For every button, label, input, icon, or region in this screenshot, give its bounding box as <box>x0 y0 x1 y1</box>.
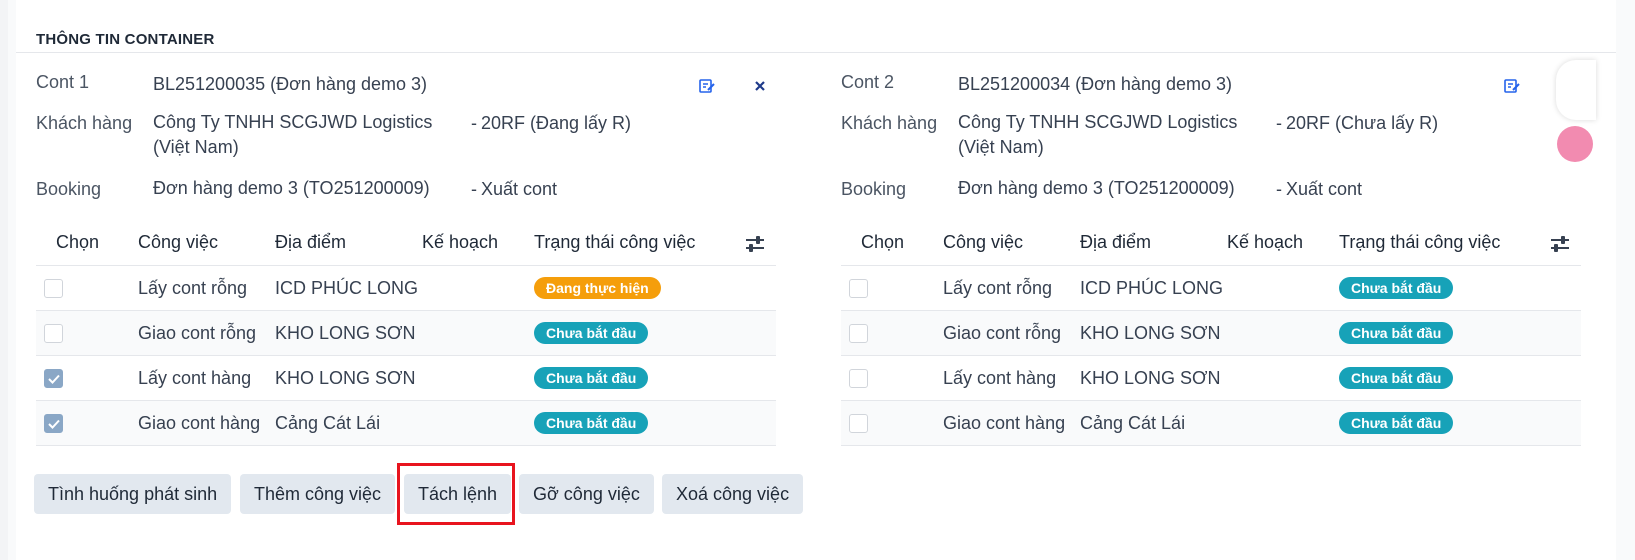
location-cell: KHO LONG SƠN <box>1080 368 1221 388</box>
table-row: Lấy cont rỗng ICD PHÚC LONG Đang thực hiện <box>36 266 776 311</box>
status-badge: Chưa bắt đầu <box>1339 322 1454 344</box>
job-cell: Lấy cont hàng <box>943 368 1057 388</box>
side-panel-toggle[interactable] <box>1556 60 1596 120</box>
delete-job-button[interactable]: Xoá công việc <box>662 474 804 514</box>
job-cell: Lấy cont rỗng <box>943 278 1053 298</box>
location-cell: Cảng Cát Lái <box>275 413 381 433</box>
header-job[interactable]: Công việc <box>943 232 1023 253</box>
booking-type-text: Xuất cont <box>481 179 558 199</box>
row-checkbox[interactable] <box>849 279 868 298</box>
container-label: Cont 2 <box>841 72 895 92</box>
customer-label: Khách hàng <box>841 113 938 133</box>
bl-number: BL251200034 (Đơn hàng demo 3) <box>958 74 1232 94</box>
container-label: Cont 1 <box>36 72 90 92</box>
status-badge: Chưa bắt đầu <box>1339 412 1454 434</box>
location-cell: KHO LONG SƠN <box>1080 323 1221 343</box>
bl-number: BL251200035 (Đơn hàng demo 3) <box>153 74 427 94</box>
sliders-icon[interactable] <box>744 234 766 254</box>
section-divider <box>16 52 1616 53</box>
booking-type-text: Xuất cont <box>1286 179 1363 199</box>
job-cell: Lấy cont rỗng <box>138 278 248 298</box>
customer-name: Công Ty TNHH SCGJWD Logistics (Việt Nam) <box>153 112 433 157</box>
table-row: Lấy cont hàng KHO LONG SƠN Chưa bắt đầu <box>841 356 1581 401</box>
container-type: -20RF (Đang lấy R) <box>471 113 632 133</box>
booking-name: Đơn hàng demo 3 (TO251200009) <box>153 178 430 198</box>
row-checkbox[interactable] <box>849 369 868 388</box>
sliders-icon[interactable] <box>1549 234 1571 254</box>
header-status[interactable]: Trạng thái công việc <box>1339 232 1500 253</box>
add-job-button[interactable]: Thêm công việc <box>240 474 396 514</box>
container-card-1: Cont 1 BL251200035 (Đơn hàng demo 3) Khá… <box>36 60 796 480</box>
container-type-text: 20RF (Đang lấy R) <box>481 113 632 133</box>
location-cell: ICD PHÚC LONG <box>1080 278 1224 298</box>
jobs-table: Chọn Công việc Địa điểm Kế hoạch Trạng t… <box>841 222 1581 446</box>
check-icon <box>48 419 60 429</box>
split-order-button[interactable]: Tách lệnh <box>404 474 512 514</box>
incident-button[interactable]: Tình huống phát sinh <box>34 474 232 514</box>
job-cell: Lấy cont hàng <box>138 368 252 388</box>
customer-name: Công Ty TNHH SCGJWD Logistics (Việt Nam) <box>958 112 1238 157</box>
location-cell: KHO LONG SƠN <box>275 323 416 343</box>
booking-label: Booking <box>36 179 102 199</box>
status-badge: Chưa bắt đầu <box>1339 367 1454 389</box>
container-type-text: 20RF (Chưa lấy R) <box>1286 113 1439 133</box>
header-job[interactable]: Công việc <box>138 232 218 253</box>
header-select: Chọn <box>861 232 905 252</box>
job-cell: Giao cont rỗng <box>943 323 1062 343</box>
avatar[interactable] <box>1557 126 1593 162</box>
table-header: Chọn Công việc Địa điểm Kế hoạch Trạng t… <box>36 222 776 266</box>
header-location[interactable]: Địa điểm <box>275 232 346 253</box>
table-row: Giao cont hàng Cảng Cát Lái Chưa bắt đầu <box>841 401 1581 446</box>
row-checkbox[interactable] <box>849 414 868 433</box>
container-card-2: Cont 2 BL251200034 (Đơn hàng demo 3) Khá… <box>841 60 1601 480</box>
table-header: Chọn Công việc Địa điểm Kế hoạch Trạng t… <box>841 222 1581 266</box>
booking-label: Booking <box>841 179 907 199</box>
table-row: Lấy cont rỗng ICD PHÚC LONG Chưa bắt đầu <box>841 266 1581 311</box>
status-badge: Chưa bắt đầu <box>534 412 649 434</box>
remove-job-button[interactable]: Gỡ công việc <box>519 474 654 514</box>
row-checkbox[interactable] <box>44 279 63 298</box>
header-status[interactable]: Trạng thái công việc <box>534 232 695 253</box>
job-cell: Giao cont hàng <box>943 413 1066 433</box>
container-info-panel: THÔNG TIN CONTAINER Cont 1 BL251200035 (… <box>16 0 1616 560</box>
table-row: Giao cont hàng Cảng Cát Lái Chưa bắt đầu <box>36 401 776 446</box>
left-rail <box>0 0 8 560</box>
location-cell: ICD PHÚC LONG <box>275 278 419 298</box>
section-title: THÔNG TIN CONTAINER <box>36 31 215 48</box>
job-cell: Giao cont rỗng <box>138 323 257 343</box>
header-plan[interactable]: Kế hoạch <box>422 232 498 253</box>
header-select: Chọn <box>56 232 100 252</box>
row-checkbox[interactable] <box>849 324 868 343</box>
jobs-table: Chọn Công việc Địa điểm Kế hoạch Trạng t… <box>36 222 776 446</box>
booking-type: - Xuất cont <box>471 179 558 199</box>
header-location[interactable]: Địa điểm <box>1080 232 1151 253</box>
container-type: -20RF (Chưa lấy R) <box>1276 113 1439 133</box>
status-badge: Chưa bắt đầu <box>1339 277 1454 299</box>
booking-name: Đơn hàng demo 3 (TO251200009) <box>958 178 1235 198</box>
job-cell: Giao cont hàng <box>138 413 261 433</box>
row-checkbox[interactable] <box>44 369 63 388</box>
header-plan[interactable]: Kế hoạch <box>1227 232 1303 253</box>
customer-label: Khách hàng <box>36 113 133 133</box>
check-icon <box>48 374 60 384</box>
table-row: Lấy cont hàng KHO LONG SƠN Chưa bắt đầu <box>36 356 776 401</box>
status-badge: Đang thực hiện <box>534 277 661 299</box>
booking-type: - Xuất cont <box>1276 179 1363 199</box>
status-badge: Chưa bắt đầu <box>534 367 649 389</box>
close-icon[interactable] <box>749 75 771 97</box>
table-row: Giao cont rỗng KHO LONG SƠN Chưa bắt đầu <box>36 311 776 356</box>
row-checkbox[interactable] <box>44 324 63 343</box>
table-row: Giao cont rỗng KHO LONG SƠN Chưa bắt đầu <box>841 311 1581 356</box>
status-badge: Chưa bắt đầu <box>534 322 649 344</box>
location-cell: KHO LONG SƠN <box>275 368 416 388</box>
location-cell: Cảng Cát Lái <box>1080 413 1186 433</box>
edit-icon[interactable] <box>696 75 718 97</box>
edit-icon[interactable] <box>1501 75 1523 97</box>
row-checkbox[interactable] <box>44 414 63 433</box>
